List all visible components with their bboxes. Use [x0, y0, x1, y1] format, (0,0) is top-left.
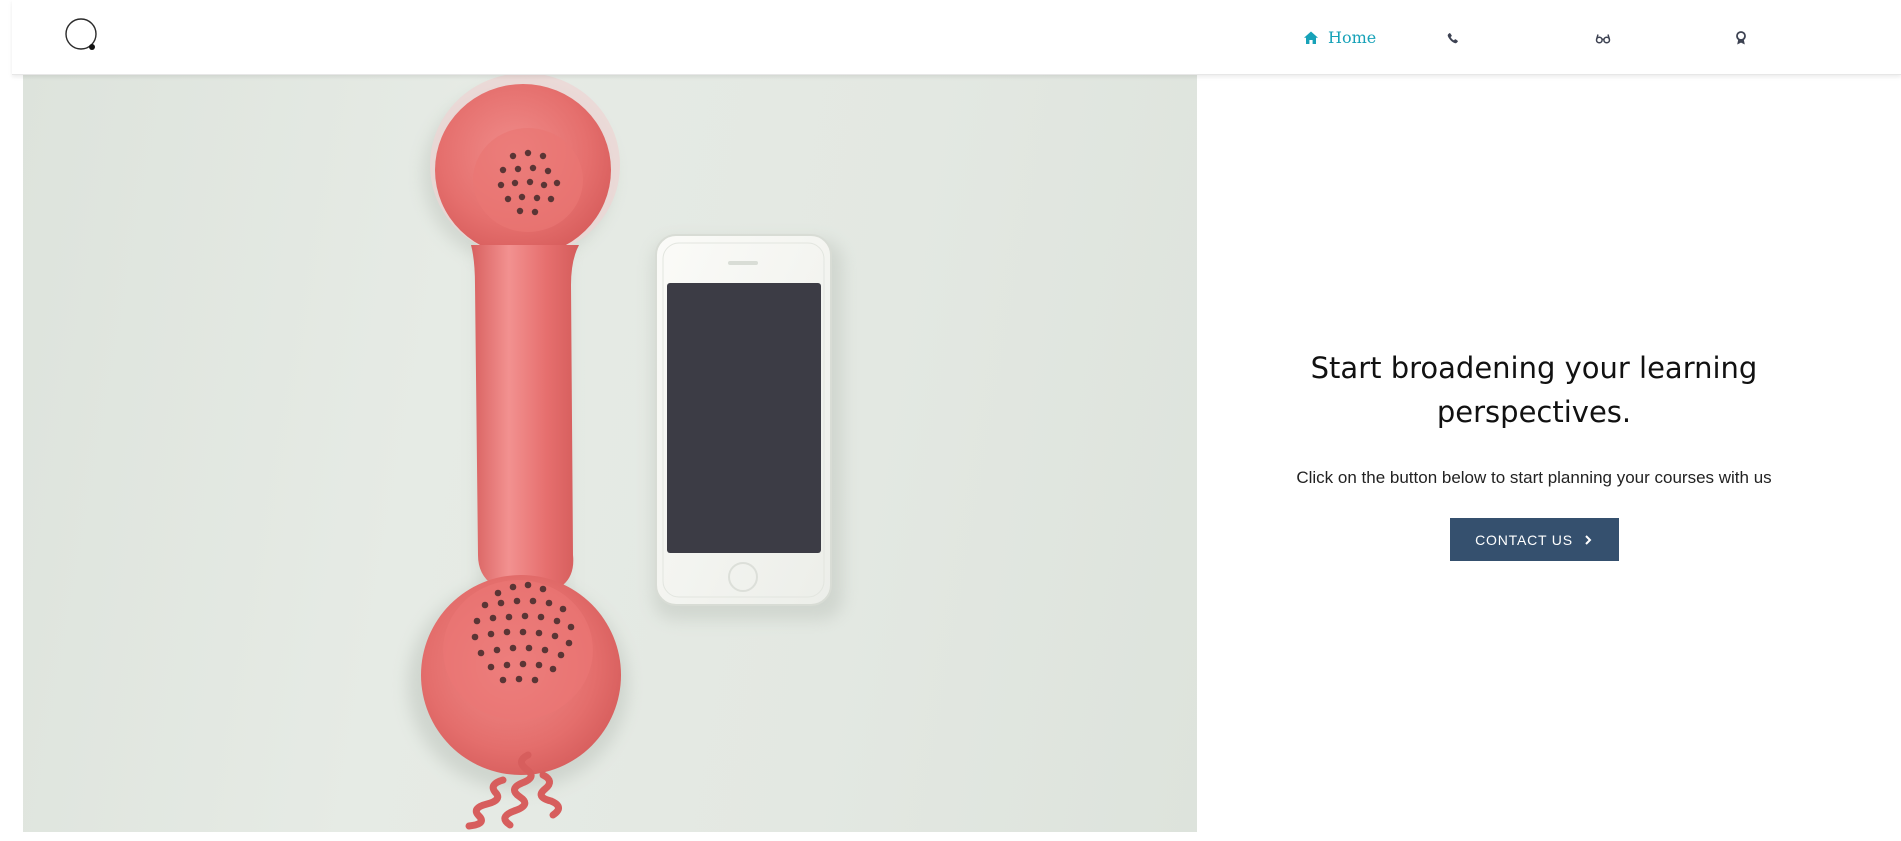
contact-us-label: CONTACT US: [1475, 531, 1573, 548]
cta-description: Click on the button below to start plann…: [1296, 468, 1772, 487]
top-navbar: Home: [12, 0, 1901, 75]
page-headline: Start broadening your learning perspecti…: [1310, 351, 1758, 429]
nav-phone[interactable]: [1444, 18, 1594, 58]
glasses-icon: [1594, 29, 1612, 47]
nav-home[interactable]: Home: [1302, 18, 1444, 58]
hero-photo: [23, 75, 1197, 832]
home-icon: [1302, 29, 1320, 47]
nav-glasses[interactable]: [1594, 18, 1732, 58]
award-icon: [1732, 29, 1750, 47]
nav-award[interactable]: [1732, 18, 1792, 58]
telephone-photo-illustration: [408, 75, 843, 830]
contact-us-button[interactable]: CONTACT US: [1449, 518, 1619, 561]
chevron-right-icon: [1585, 534, 1592, 545]
phone-icon: [1444, 29, 1462, 47]
main-nav: Home: [1302, 0, 1792, 75]
nav-home-label: Home: [1328, 28, 1377, 47]
cta-section: Start broadening your learning perspecti…: [1197, 75, 1901, 832]
circle-logo-icon: [65, 18, 97, 50]
site-logo[interactable]: [64, 17, 102, 55]
